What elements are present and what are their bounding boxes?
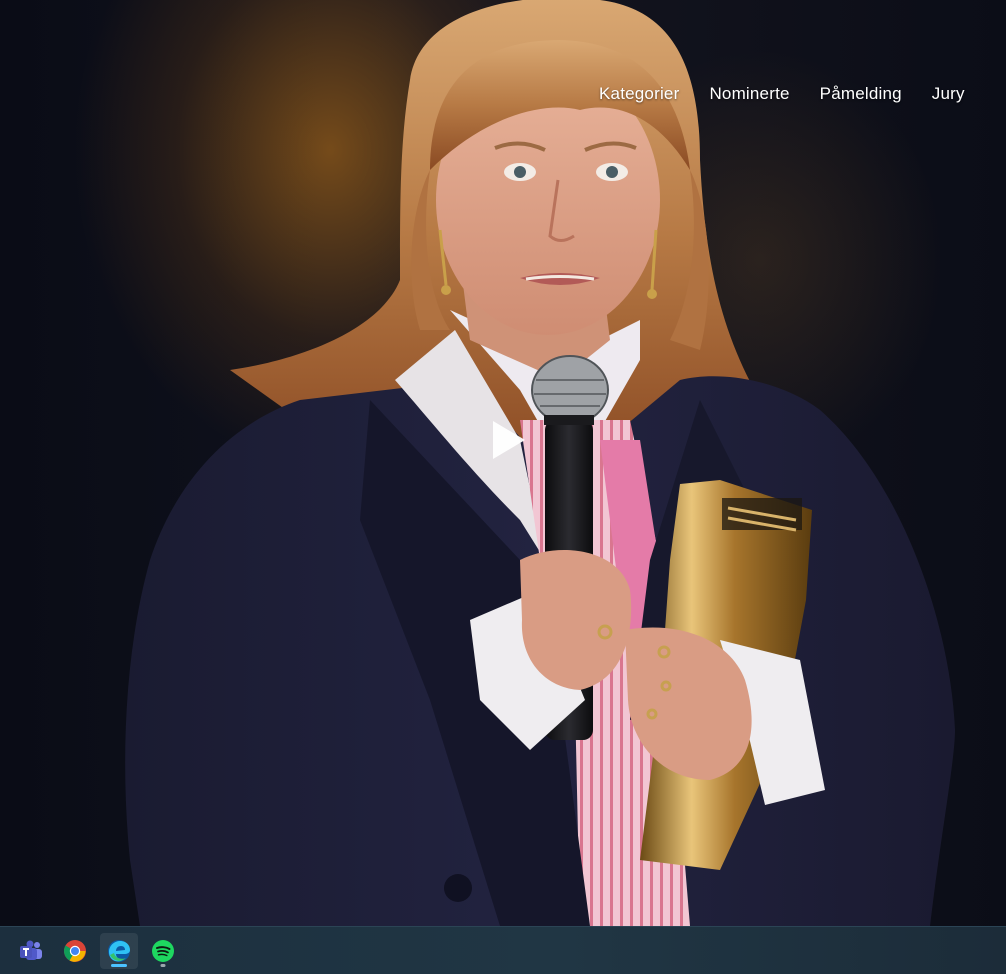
main-navigation: Kategorier Nominerte Påmelding Jury [599,84,995,104]
taskbar-teams-button[interactable] [12,933,50,969]
chrome-icon [64,940,86,962]
nav-item-pamelding[interactable]: Påmelding [820,84,902,104]
page: Kategorier Nominerte Påmelding Jury [0,0,1006,974]
taskbar-edge-button[interactable] [100,933,138,969]
nav-item-kategorier[interactable]: Kategorier [599,84,679,104]
play-button[interactable] [480,412,536,468]
video-hero[interactable]: Kategorier Nominerte Påmelding Jury [0,0,1006,926]
nav-item-jury[interactable]: Jury [932,84,965,104]
play-icon [493,421,525,459]
edge-active-indicator [111,964,127,967]
spotify-icon [152,940,174,962]
edge-icon [108,940,130,962]
spotify-running-indicator [160,964,166,967]
taskbar [0,926,1006,974]
taskbar-spotify-button[interactable] [144,933,182,969]
teams-icon [20,940,42,960]
taskbar-chrome-button[interactable] [56,933,94,969]
nav-item-nominerte[interactable]: Nominerte [709,84,789,104]
